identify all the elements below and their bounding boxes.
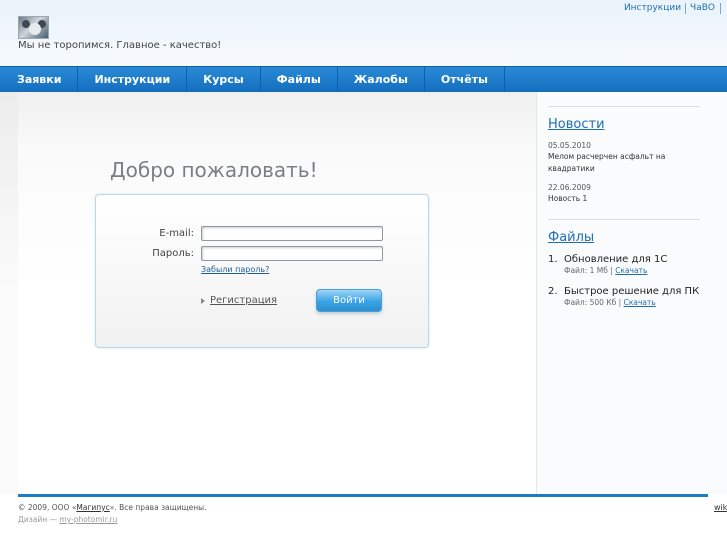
sidebar-divider xyxy=(548,106,700,107)
welcome-heading: Добро пожаловать! xyxy=(110,158,318,182)
copyright-suffix: ». Все права защищены. xyxy=(109,503,207,512)
sidebar-divider xyxy=(548,219,700,220)
copyright-prefix: © 2009, ООО « xyxy=(18,503,77,512)
file-meta: Файл: 1 Мб | Скачать xyxy=(564,266,647,275)
news-date: 22.06.2009 xyxy=(548,183,591,192)
forgot-password-link[interactable]: Забыли пароль? xyxy=(201,265,269,274)
file-item: 2. Быстрое решение для ПК xyxy=(548,286,699,297)
register-link[interactable]: Регистрация xyxy=(201,295,277,306)
file-number: 2. xyxy=(548,286,558,297)
company-link[interactable]: Магипус xyxy=(76,503,109,512)
news-date: 05.05.2010 xyxy=(548,141,591,150)
nav-item-reports[interactable]: Отчёты xyxy=(425,67,505,92)
logo[interactable] xyxy=(18,16,49,39)
wiki-link[interactable]: wik xyxy=(714,503,727,512)
news-text: Мелом расчерчен асфальт на квадратики xyxy=(548,152,666,173)
design-link[interactable]: my-photomir.ru xyxy=(59,515,117,524)
triangle-right-icon xyxy=(201,297,205,304)
password-field[interactable] xyxy=(201,246,383,261)
logo-face xyxy=(29,23,41,35)
nav-item-requests[interactable]: Заявки xyxy=(0,67,79,92)
news-text: Новость 1 xyxy=(548,194,588,203)
file-download-link[interactable]: Скачать xyxy=(615,266,647,275)
file-download-link[interactable]: Скачать xyxy=(624,298,656,307)
password-label: Пароль: xyxy=(152,248,194,259)
footer-line xyxy=(18,494,708,497)
slogan: Мы не торопимся. Главное - качество! xyxy=(18,40,222,51)
file-number: 1. xyxy=(548,254,558,265)
file-size: Файл: 500 Кб | xyxy=(564,298,622,307)
nav-item-complaints[interactable]: Жалобы xyxy=(338,67,425,92)
file-name: Обновление для 1С xyxy=(564,254,668,265)
nav-item-courses[interactable]: Курсы xyxy=(187,67,261,92)
nav-item-instructions[interactable]: Инструкции xyxy=(78,67,188,92)
header: Мы не торопимся. Главное - качество! Инс… xyxy=(0,0,727,66)
login-button[interactable]: Войти xyxy=(316,289,382,312)
news-title[interactable]: Новости xyxy=(548,117,605,132)
left-strip xyxy=(0,92,18,494)
top-links: Инструкции ЧаВО xyxy=(620,3,722,14)
top-links-separator xyxy=(720,3,722,14)
top-link-instructions[interactable]: Инструкции xyxy=(620,3,685,14)
login-form: E-mail: Пароль: Забыли пароль? Регистрац… xyxy=(95,194,429,348)
file-meta: Файл: 500 Кб | Скачать xyxy=(564,298,656,307)
main-nav: Заявки Инструкции Курсы Файлы Жалобы Отч… xyxy=(0,66,727,92)
email-field[interactable] xyxy=(201,226,383,241)
footer-design: Дизайн — my-photomir.ru xyxy=(18,515,117,524)
footer-copyright: © 2009, ООО «Магипус». Все права защищен… xyxy=(18,503,206,512)
top-link-faq[interactable]: ЧаВО xyxy=(685,3,719,14)
design-prefix: Дизайн — xyxy=(18,515,60,524)
email-label: E-mail: xyxy=(159,228,194,239)
nav-item-files[interactable]: Файлы xyxy=(261,67,338,92)
register-label: Регистрация xyxy=(210,295,278,306)
file-size: Файл: 1 Мб | xyxy=(564,266,613,275)
files-title[interactable]: Файлы xyxy=(548,230,594,245)
file-name: Быстрое решение для ПК xyxy=(564,286,700,297)
file-item: 1. Обновление для 1С xyxy=(548,254,667,265)
